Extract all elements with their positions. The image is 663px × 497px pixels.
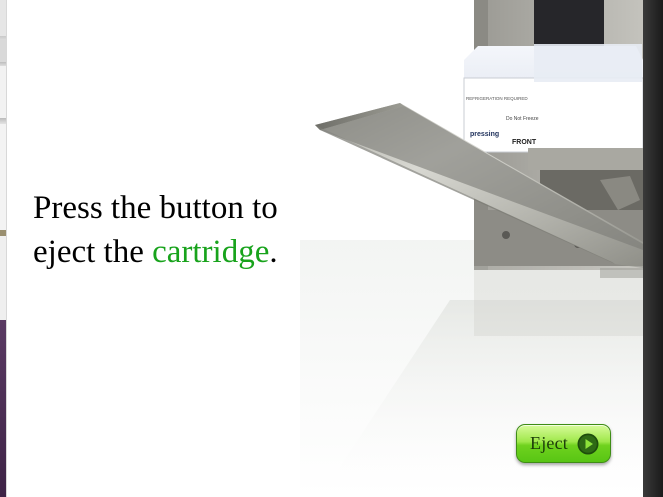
eject-button-label: Eject: [530, 433, 568, 453]
instruction-text: Press the button to eject the cartridge.: [33, 186, 333, 274]
instruction-line-1: Press the button to: [33, 190, 278, 226]
svg-text:FRONT: FRONT: [512, 139, 537, 146]
instruction-line-2-prefix: eject the: [33, 234, 153, 270]
cartridge-highlight: cartridge: [152, 234, 270, 270]
eject-cartridge-screen: REFRIGERATION REQUIRED Do Not Freeze pre…: [0, 0, 663, 497]
svg-text:pressing: pressing: [470, 131, 499, 138]
instruction-line-2-suffix: .: [269, 234, 278, 270]
window-right-border: [643, 0, 663, 497]
play-circle-icon: [577, 433, 599, 455]
svg-text:Do Not Freeze: Do Not Freeze: [506, 116, 539, 122]
svg-text:REFRIGERATION REQUIRED: REFRIGERATION REQUIRED: [466, 96, 528, 101]
device-illustration: REFRIGERATION REQUIRED Do Not Freeze pre…: [300, 0, 643, 497]
eject-button[interactable]: Eject: [516, 424, 611, 463]
window-edge-line: [6, 0, 7, 497]
instruction-line-2: eject the cartridge.: [33, 230, 333, 274]
